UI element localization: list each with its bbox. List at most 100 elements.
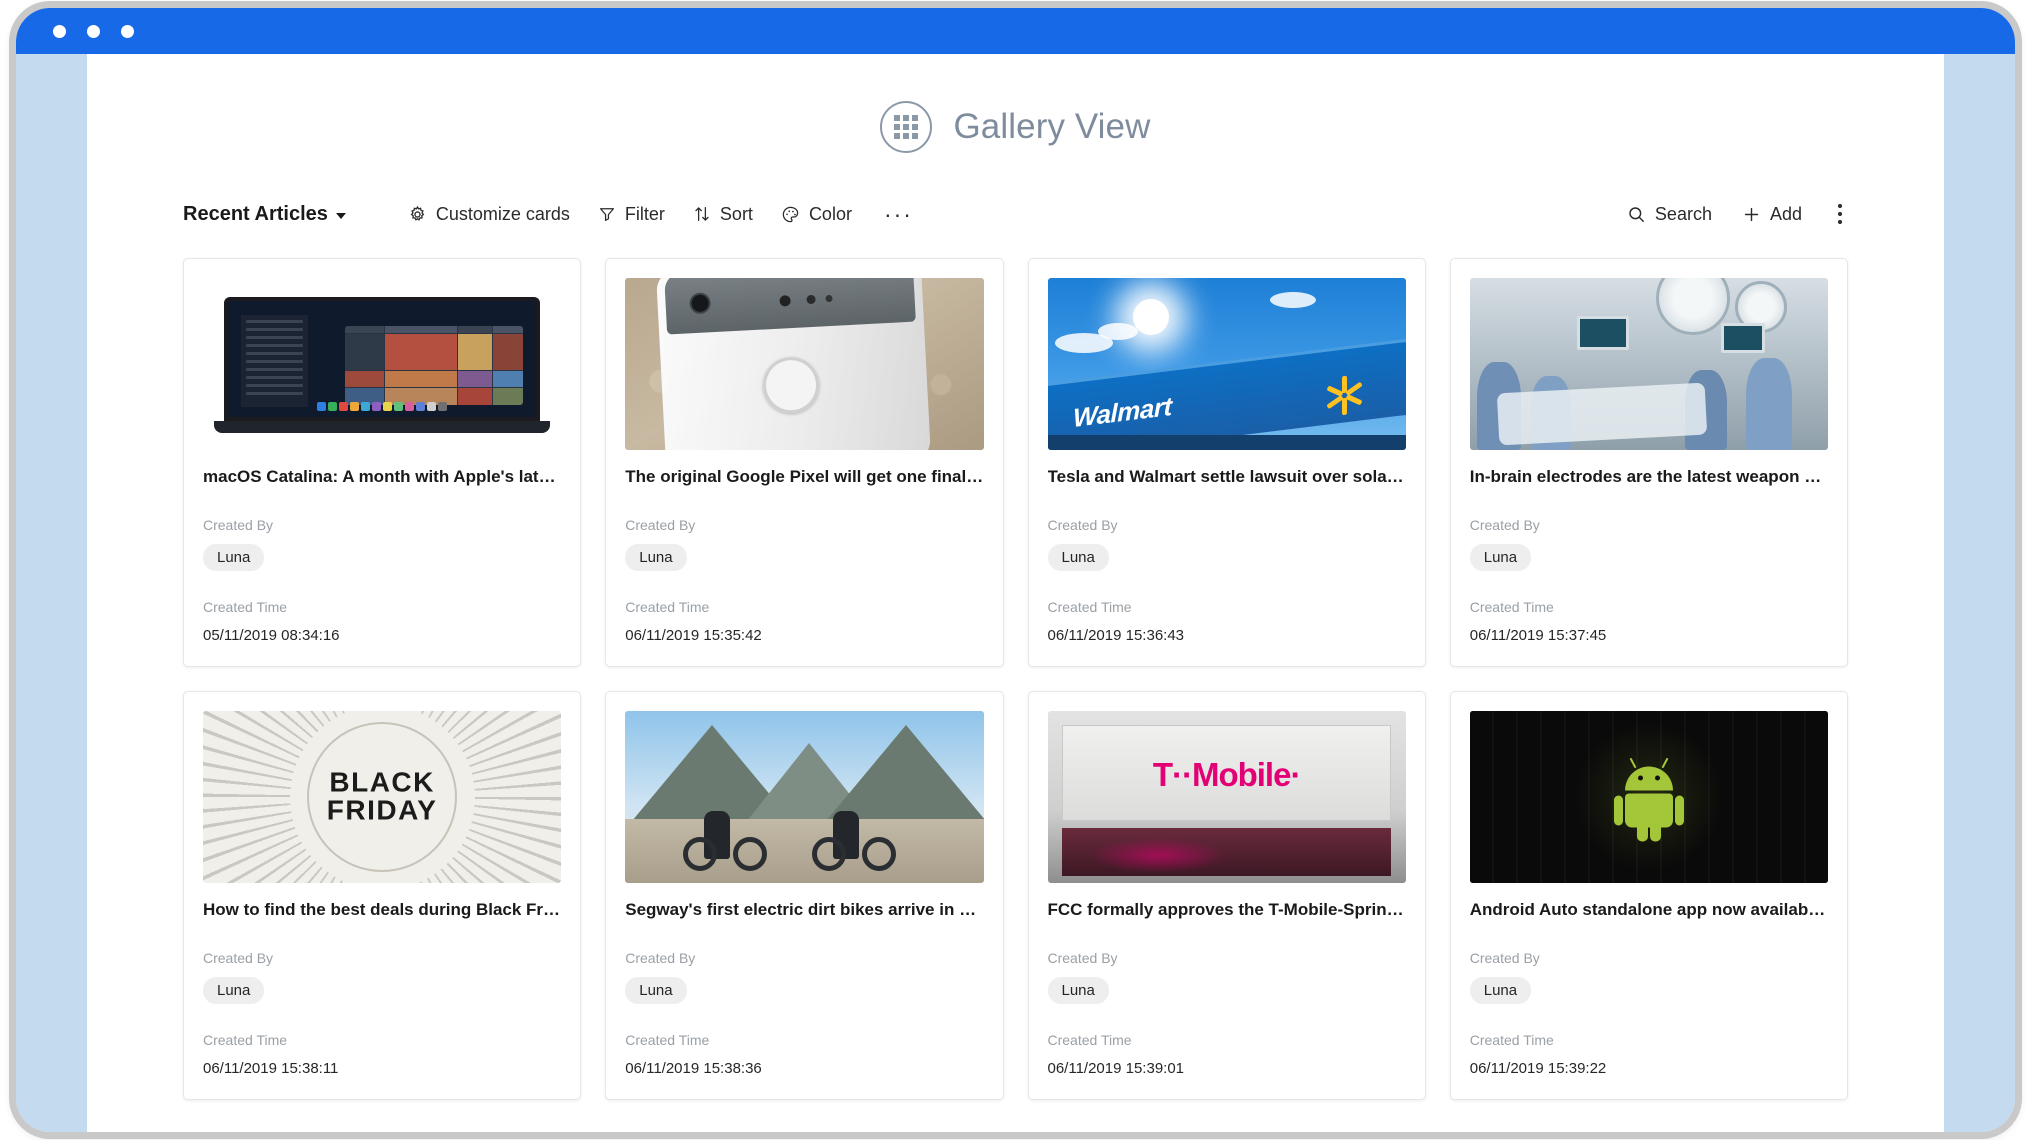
sort-arrows-icon: [693, 205, 711, 223]
black-friday-line-1: BLACK: [329, 766, 435, 798]
toolbar-right-actions: Search Add: [1627, 202, 1848, 226]
created-time-label: Created Time: [203, 1031, 288, 1048]
created-by-tag[interactable]: Luna: [1047, 543, 1109, 571]
created-time-value: 05/11/2019 08:34:16: [203, 626, 340, 644]
minimize-window-button[interactable]: [87, 25, 100, 38]
created-by-tag[interactable]: Luna: [1047, 976, 1109, 1004]
card-title: Android Auto standalone app now availabl…: [1469, 899, 1828, 919]
created-time-value: 06/11/2019 15:38:11: [203, 1059, 339, 1077]
funnel-icon: [598, 205, 616, 223]
created-by-label: Created By: [203, 949, 274, 966]
segway-dirt-bikes-image: [625, 710, 984, 883]
operating-room-surgery-image: [1469, 278, 1828, 450]
created-by-tag[interactable]: Luna: [203, 543, 265, 571]
gallery-card[interactable]: The original Google Pixel will get one f…: [605, 258, 1004, 667]
chevron-down-icon: [335, 212, 346, 219]
card-title: macOS Catalina: A month with Apple's lat…: [203, 467, 562, 486]
toolbar-actions: Customize cards Filter Sort Color ···: [408, 202, 913, 226]
add-button[interactable]: Add: [1742, 204, 1802, 225]
card-thumbnail: Walmart: [1047, 278, 1406, 450]
created-by-label: Created By: [1047, 516, 1118, 533]
browser-window: Gallery View Recent Articles Customize c…: [16, 8, 2015, 1132]
card-title: The original Google Pixel will get one f…: [625, 467, 984, 486]
gallery-card-grid: macOS Catalina: A month with Apple's lat…: [87, 231, 1944, 1100]
left-side-rail: [16, 54, 87, 1132]
toolbar-more-button[interactable]: ···: [884, 202, 913, 225]
sort-label: Sort: [719, 203, 753, 224]
gallery-card[interactable]: T··Mobile· FCC formally approves the T-M…: [1027, 690, 1426, 1100]
created-by-label: Created By: [203, 516, 274, 533]
created-time-value: 06/11/2019 15:35:42: [625, 626, 762, 644]
search-button[interactable]: Search: [1627, 204, 1712, 225]
created-time-value: 06/11/2019 15:37:45: [1469, 626, 1607, 644]
window-titlebar: [16, 8, 2015, 54]
view-header: Gallery View: [87, 101, 1944, 153]
walmart-spark-icon: [1322, 371, 1366, 420]
card-title: In-brain electrodes are the latest weapo…: [1469, 467, 1828, 486]
palette-icon: [781, 205, 800, 224]
created-by-label: Created By: [1469, 516, 1540, 533]
created-by-tag[interactable]: Luna: [625, 976, 687, 1004]
card-body: macOS Catalina: A month with Apple's lat…: [184, 450, 580, 666]
macos-catalina-macbook-image: [203, 278, 562, 450]
created-time-label: Created Time: [625, 1031, 710, 1048]
view-selector-label: Recent Articles: [183, 202, 328, 225]
created-by-tag[interactable]: Luna: [1469, 976, 1532, 1004]
right-side-rail: [1944, 54, 2015, 1132]
search-icon: [1627, 205, 1646, 224]
gallery-card[interactable]: In-brain electrodes are the latest weapo…: [1449, 258, 1848, 667]
card-thumbnail: BLACK FRIDAY: [203, 710, 562, 883]
t-mobile-sign-text: T··Mobile·: [1152, 755, 1302, 793]
created-by-tag[interactable]: Luna: [203, 976, 265, 1004]
color-label: Color: [808, 203, 852, 224]
created-time-value: 06/11/2019 15:39:22: [1469, 1059, 1607, 1077]
black-friday-banner-image: BLACK FRIDAY: [203, 710, 562, 883]
gallery-card[interactable]: Walmart Tesla and Walmart settle lawsuit…: [1027, 258, 1426, 667]
card-thumbnail: [1469, 278, 1828, 450]
kebab-menu-icon[interactable]: [1832, 202, 1848, 226]
card-body: FCC formally approves the T-Mobile-Sprin…: [1029, 883, 1425, 1099]
card-title: Tesla and Walmart settle lawsuit over so…: [1047, 467, 1406, 486]
created-time-label: Created Time: [1469, 598, 1554, 615]
plus-icon: [1742, 205, 1761, 224]
created-time-label: Created Time: [1047, 1031, 1132, 1048]
maximize-window-button[interactable]: [121, 25, 134, 38]
created-by-label: Created By: [1047, 949, 1118, 966]
color-button[interactable]: Color: [781, 204, 852, 225]
android-robot-image: [1469, 710, 1828, 883]
sort-button[interactable]: Sort: [693, 204, 753, 225]
android-robot-icon: [1613, 757, 1684, 842]
customize-cards-label: Customize cards: [435, 203, 570, 224]
card-body: Android Auto standalone app now availabl…: [1451, 883, 1847, 1099]
app-canvas: Gallery View Recent Articles Customize c…: [87, 54, 1944, 1132]
created-time-value: 06/11/2019 15:38:36: [625, 1059, 762, 1077]
created-by-tag[interactable]: Luna: [1469, 543, 1532, 571]
created-time-label: Created Time: [1469, 1031, 1554, 1048]
card-body: The original Google Pixel will get one f…: [606, 450, 1002, 666]
created-time-value: 06/11/2019 15:39:01: [1047, 1059, 1185, 1077]
created-by-label: Created By: [1469, 949, 1540, 966]
t-mobile-store-image: T··Mobile·: [1047, 710, 1406, 883]
card-thumbnail: [1469, 710, 1828, 883]
created-by-label: Created By: [625, 949, 696, 966]
created-time-label: Created Time: [203, 598, 288, 615]
gallery-card[interactable]: Segway's first electric dirt bikes arriv…: [605, 690, 1004, 1100]
filter-label: Filter: [624, 203, 665, 224]
filter-button[interactable]: Filter: [598, 204, 665, 225]
gallery-card[interactable]: BLACK FRIDAY How to find the best deals …: [183, 690, 582, 1100]
card-body: How to find the best deals during Black …: [184, 883, 580, 1099]
gallery-grid-icon: [880, 101, 933, 153]
created-time-value: 06/11/2019 15:36:43: [1047, 626, 1185, 644]
close-window-button[interactable]: [53, 25, 66, 38]
card-body: Segway's first electric dirt bikes arriv…: [606, 883, 1002, 1099]
page-title: Gallery View: [953, 107, 1151, 146]
gallery-card[interactable]: Android Auto standalone app now availabl…: [1449, 690, 1848, 1100]
view-selector[interactable]: Recent Articles: [183, 203, 346, 226]
search-label: Search: [1654, 203, 1712, 224]
gallery-card[interactable]: macOS Catalina: A month with Apple's lat…: [183, 258, 582, 667]
customize-cards-button[interactable]: Customize cards: [408, 204, 570, 225]
card-title: Segway's first electric dirt bikes arriv…: [625, 899, 984, 919]
walmart-storefront-image: Walmart: [1047, 278, 1406, 450]
add-label: Add: [1769, 203, 1802, 224]
created-by-tag[interactable]: Luna: [625, 543, 687, 571]
